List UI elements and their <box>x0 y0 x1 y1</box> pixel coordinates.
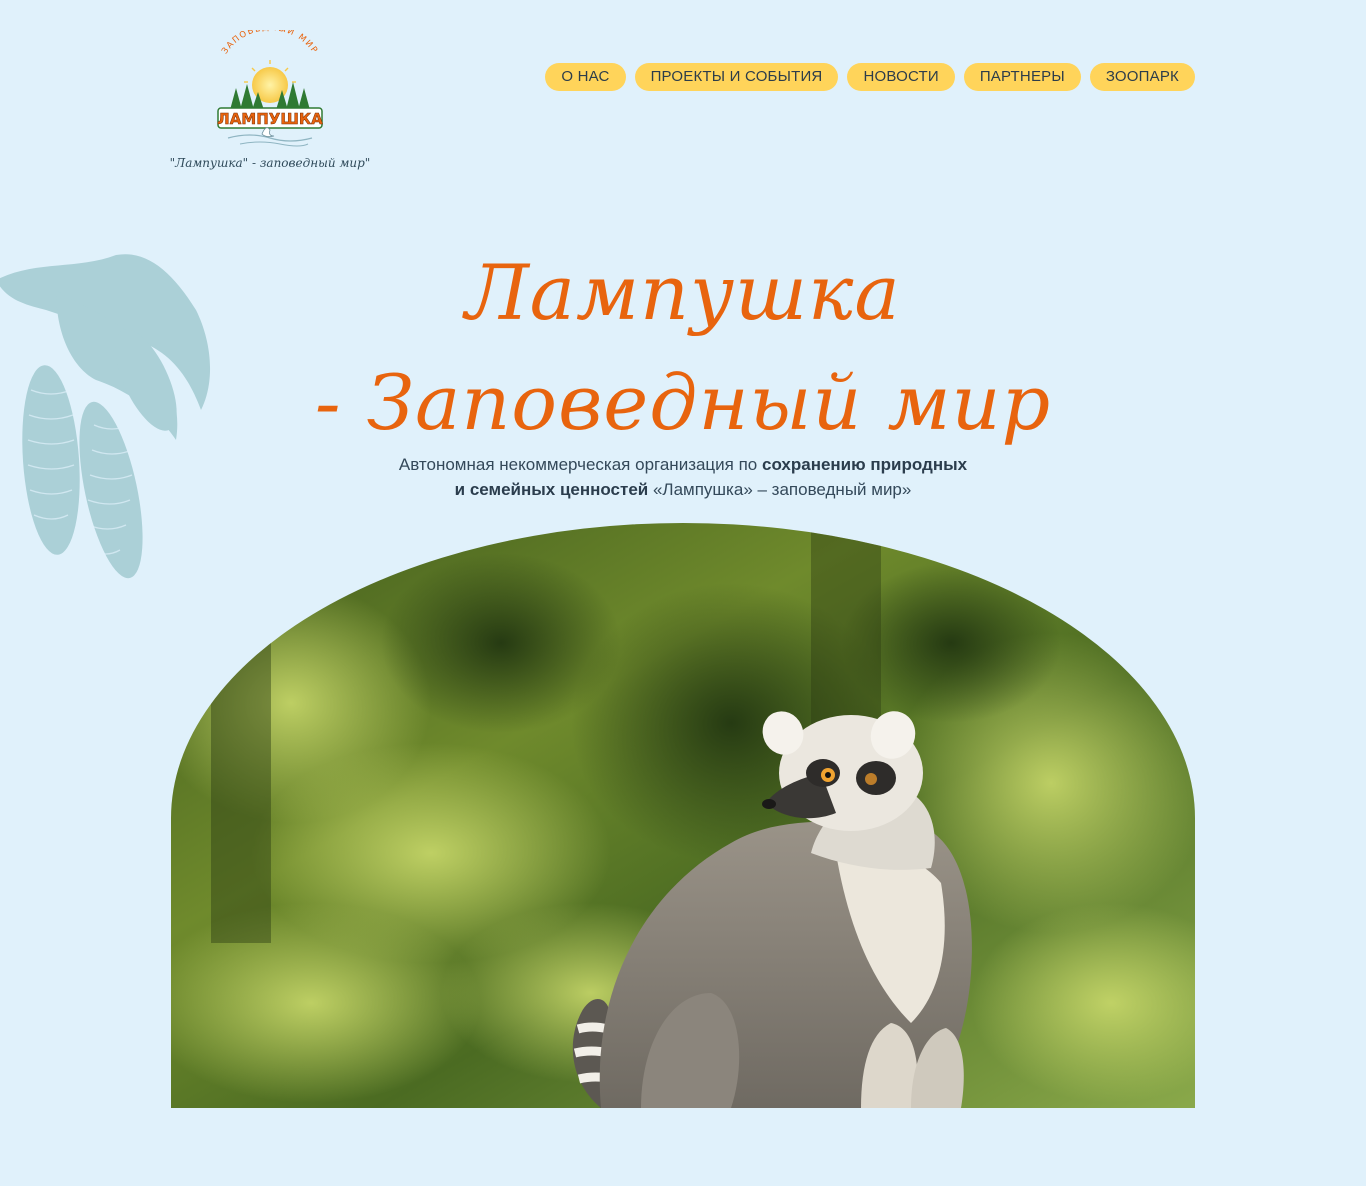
hero-image <box>171 523 1195 1108</box>
nav-item-about[interactable]: О НАС <box>545 63 626 91</box>
hero-subtitle: Автономная некоммерческая организация по… <box>0 452 1366 502</box>
hero-title-line-1: Лампушка <box>465 248 901 337</box>
hero-subtitle-bold2: и семейных ценностей <box>454 480 649 499</box>
hero-subtitle-bold1: сохранению природных <box>761 455 968 474</box>
hero-title: Лампушка - Заповедный мир <box>0 238 1366 458</box>
svg-text:ЗАПОВЕДНЫЙ МИР: ЗАПОВЕДНЫЙ МИР <box>220 30 320 56</box>
logo-tagline: "Лампушка" - заповедный мир" <box>169 156 371 170</box>
lampushka-logo-icon: ЗАПОВЕДНЫЙ МИР ЛАМПУШКА <box>217 30 323 147</box>
hero-subtitle-part1: Автономная некоммерческая организация по <box>398 455 762 474</box>
hero-subtitle-part2: «Лампушка» – заповедный мир» <box>648 480 912 499</box>
nav-item-partners[interactable]: ПАРТНЕРЫ <box>963 63 1081 91</box>
main-nav: О НАС ПРОЕКТЫ И СОБЫТИЯ НОВОСТИ ПАРТНЕРЫ… <box>545 63 1195 91</box>
nav-item-projects[interactable]: ПРОЕКТЫ И СОБЫТИЯ <box>634 63 839 91</box>
logo[interactable]: ЗАПОВЕДНЫЙ МИР ЛАМПУШКА "Лампушка" - зап… <box>160 30 380 170</box>
svg-text:ЛАМПУШКА: ЛАМПУШКА <box>217 110 323 128</box>
nav-item-news[interactable]: НОВОСТИ <box>847 63 955 91</box>
lemur-photo-icon <box>171 523 1195 1108</box>
nav-item-zoo[interactable]: ЗООПАРК <box>1089 63 1195 91</box>
hero-title-line-2: - Заповедный мир <box>314 358 1052 447</box>
